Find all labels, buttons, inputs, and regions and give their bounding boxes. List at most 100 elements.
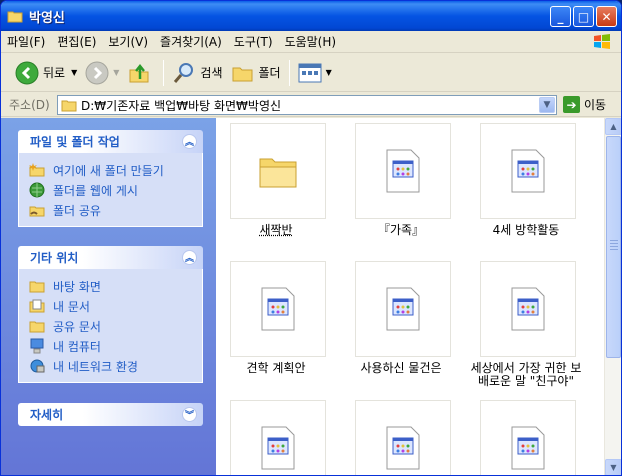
collapse-chevron-icon[interactable]: ︽ xyxy=(182,250,197,265)
search-icon xyxy=(174,62,194,83)
scroll-thumb[interactable] xyxy=(606,136,621,358)
task-header-title: 기타 위치 xyxy=(30,251,79,265)
file-label: 견학 계획안 xyxy=(246,361,306,375)
file-label: 사용하신 물건은 xyxy=(360,361,442,375)
views-icon xyxy=(298,63,322,82)
details-panel: 자세히 ︾ xyxy=(18,403,203,426)
task-pane: 파일 및 폴더 작업 ︽ 여기에 새 폴더 만들기 폴더를 웹에 게시 폴더 공… xyxy=(1,118,216,475)
document-thumbnail xyxy=(480,261,576,357)
task-header-title: 자세히 xyxy=(30,408,64,422)
other-places-header[interactable]: 기타 위치 ︽ xyxy=(18,246,203,269)
scroll-up-button[interactable]: ▲ xyxy=(605,118,621,135)
title-bar[interactable]: 박영신 _ □ ✕ xyxy=(1,1,621,31)
back-label: 뒤로 xyxy=(43,66,66,80)
search-label: 검색 xyxy=(200,66,223,80)
document-thumbnail xyxy=(230,261,326,357)
file-label: 4세 방학활동 xyxy=(492,223,560,237)
collapse-chevron-icon[interactable]: ︽ xyxy=(182,134,197,149)
new-folder-icon xyxy=(29,163,45,177)
folder-thumbnail xyxy=(230,123,326,219)
task-new-folder[interactable]: 여기에 새 폴더 만들기 xyxy=(29,160,202,180)
up-button[interactable] xyxy=(123,57,159,89)
computer-icon xyxy=(30,338,44,354)
document-thumbnail xyxy=(355,123,451,219)
grip-line xyxy=(610,243,618,244)
document-icon xyxy=(386,287,420,331)
views-dropdown-icon[interactable]: ▼ xyxy=(326,68,332,77)
address-path: D:₩기존자료 백업₩바탕 화면₩박영신 xyxy=(81,98,282,113)
menu-favorites[interactable]: 즐겨찾기(A) xyxy=(154,33,228,50)
back-arrow-icon xyxy=(15,61,39,84)
file-view[interactable]: 새짝반 『가족』 4세 방학활동 견학 계획안 사용하신 물건은 세상에서 가장… xyxy=(216,118,604,475)
folders-button[interactable]: 폴더 xyxy=(227,57,285,89)
menu-help[interactable]: 도움말(H) xyxy=(279,33,343,50)
document-thumbnail xyxy=(230,400,326,475)
address-bar: 주소(D) D:₩기존자료 백업₩바탕 화면₩박영신 ▼ ➔ 이동 xyxy=(1,93,621,117)
other-places: 기타 위치 ︽ 바탕 화면 내 문서 공유 문서 내 컴퓨터 내 네트워크 환경 xyxy=(18,246,203,383)
go-arrow-icon: ➔ xyxy=(563,96,580,113)
address-input[interactable]: D:₩기존자료 백업₩바탕 화면₩박영신 ▼ xyxy=(57,95,557,115)
search-button[interactable]: 검색 xyxy=(168,57,226,89)
place-my-documents[interactable]: 내 문서 xyxy=(29,296,202,316)
document-icon xyxy=(261,287,295,331)
toolbar: 뒤로 ▼ ▼ 검색 폴더 ▼ xyxy=(1,54,621,92)
folder-icon xyxy=(29,281,45,293)
network-icon xyxy=(30,359,45,373)
back-button[interactable]: 뒤로 ▼ xyxy=(11,57,81,89)
menu-file[interactable]: 파일(F) xyxy=(1,33,51,50)
document-icon xyxy=(386,426,420,470)
file-folder-tasks: 파일 및 폴더 작업 ︽ 여기에 새 폴더 만들기 폴더를 웹에 게시 폴더 공… xyxy=(18,130,203,227)
place-shared-documents[interactable]: 공유 문서 xyxy=(29,316,202,336)
vertical-scrollbar[interactable]: ▲ ▼ xyxy=(604,118,621,475)
toolbar-separator xyxy=(163,59,165,86)
back-dropdown-icon[interactable]: ▼ xyxy=(71,68,77,77)
file-label: 새짝반 xyxy=(259,223,293,237)
maximize-button[interactable]: □ xyxy=(573,6,594,27)
details-header[interactable]: 자세히 ︾ xyxy=(18,403,203,426)
grip-line xyxy=(610,240,618,241)
place-my-computer[interactable]: 내 컴퓨터 xyxy=(29,336,202,356)
grip-line xyxy=(610,246,618,247)
toolbar-separator xyxy=(288,59,290,86)
file-label: 『가족』 xyxy=(377,223,425,237)
address-label: 주소(D) xyxy=(9,98,50,112)
menu-bar: 파일(F) 편집(E) 보기(V) 즐겨찾기(A) 도구(T) 도움말(H) xyxy=(1,31,621,53)
document-icon xyxy=(386,149,420,193)
folder-up-icon xyxy=(129,63,149,82)
windows-logo-icon xyxy=(589,32,615,52)
task-publish-web[interactable]: 폴더를 웹에 게시 xyxy=(29,180,202,200)
file-folder-tasks-header[interactable]: 파일 및 폴더 작업 ︽ xyxy=(18,130,203,153)
globe-icon xyxy=(29,182,45,198)
file-label: 세상에서 가장 귀한 보배로운 말 "친구야" xyxy=(470,361,582,388)
minimize-button[interactable]: _ xyxy=(550,6,571,27)
place-network[interactable]: 내 네트워크 환경 xyxy=(29,356,202,376)
close-button[interactable]: ✕ xyxy=(596,6,617,27)
expand-chevron-icon[interactable]: ︾ xyxy=(182,407,197,422)
forward-dropdown-icon[interactable]: ▼ xyxy=(113,68,119,77)
document-thumbnail xyxy=(480,400,576,475)
document-icon xyxy=(511,149,545,193)
folders-icon xyxy=(232,67,252,81)
menu-edit[interactable]: 편집(E) xyxy=(51,33,102,50)
folder-icon xyxy=(29,321,45,333)
document-icon xyxy=(261,426,295,470)
scroll-down-button[interactable]: ▼ xyxy=(605,459,621,475)
grip-line xyxy=(610,249,618,250)
address-dropdown-icon[interactable]: ▼ xyxy=(539,97,555,113)
views-button[interactable]: ▼ xyxy=(294,57,336,89)
documents-icon xyxy=(29,299,45,313)
go-button[interactable]: ➔ 이동 xyxy=(563,96,606,113)
task-share-folder[interactable]: 폴더 공유 xyxy=(29,200,202,220)
place-desktop[interactable]: 바탕 화면 xyxy=(29,276,202,296)
menu-view[interactable]: 보기(V) xyxy=(102,33,154,50)
task-header-title: 파일 및 폴더 작업 xyxy=(30,135,120,149)
document-thumbnail xyxy=(480,123,576,219)
forward-button[interactable]: ▼ xyxy=(81,57,123,89)
menu-tools[interactable]: 도구(T) xyxy=(228,33,279,50)
folder-icon xyxy=(7,9,23,23)
folder-icon xyxy=(61,100,77,112)
explorer-window: 박영신 _ □ ✕ 파일(F) 편집(E) 보기(V) 즐겨찾기(A) 도구(T… xyxy=(0,0,622,476)
document-thumbnail xyxy=(355,400,451,475)
share-folder-icon xyxy=(29,206,45,217)
folder-icon xyxy=(259,158,297,188)
